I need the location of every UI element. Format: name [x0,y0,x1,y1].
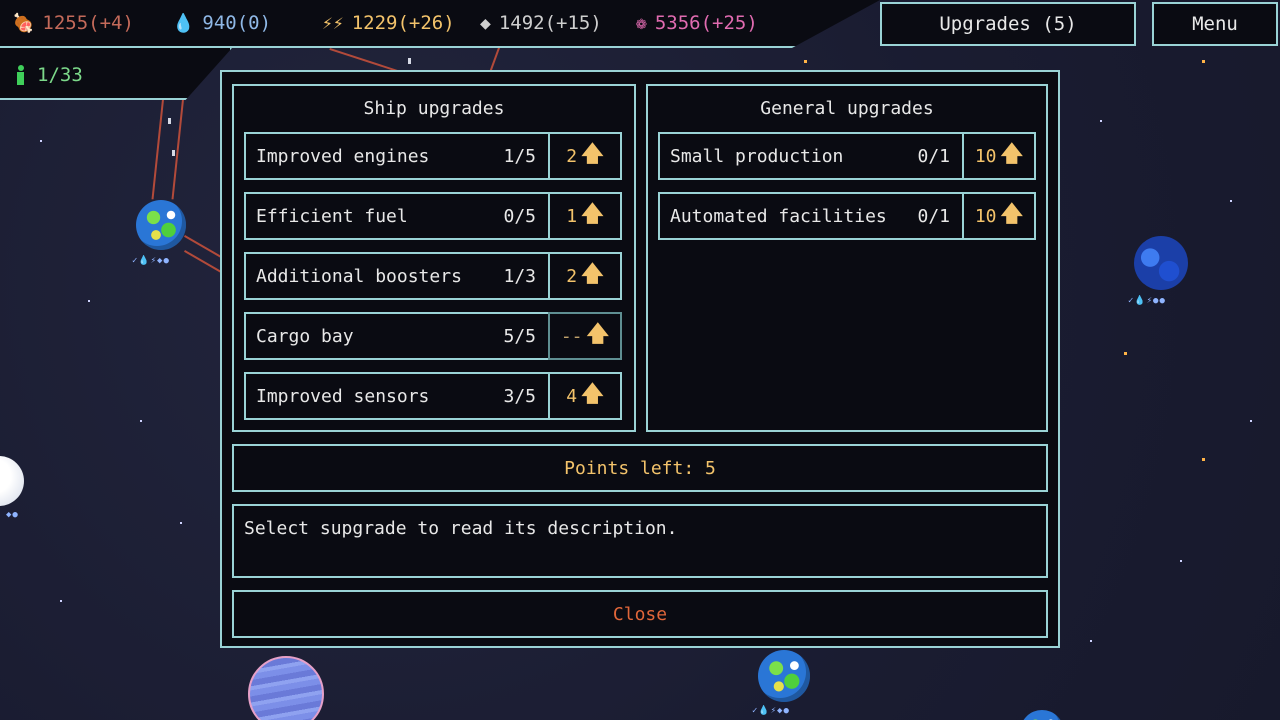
upgrade-level: 1/5 [503,146,536,167]
population-counter: 1/33 [16,64,83,86]
ship-marker [408,58,411,64]
upgrade-buy-button[interactable]: -- 🡅 [548,312,622,360]
star [1180,560,1182,562]
ship-upgrades-title: Ship upgrades [363,98,505,119]
resource-value: 1492(+15) [498,12,602,34]
general-upgrades-panel: General upgrades Small production 0/1 10 🡅 A… [646,84,1048,432]
ship-upgrades-panel: Ship upgrades Improved engines 1/5 2 🡅 Effic… [232,84,636,432]
upgrade-cost: 1 [566,205,578,227]
planet-resource-icons: ✓💧⚡◆● [752,706,790,716]
upgrade-level: 1/3 [503,266,536,287]
energy-icon: ⚡⚡ [322,12,344,34]
star [1230,200,1232,202]
star [180,522,182,524]
resource-2: ⚡⚡ 1229(+26) [322,12,455,34]
arrow-up-icon: 🡅 [1000,202,1024,227]
description-text: Select supgrade to read its description. [244,518,678,539]
ship-marker [168,118,171,124]
close-button[interactable]: Close [232,590,1048,638]
star [88,300,90,302]
arrow-up-icon: 🡅 [1000,142,1024,167]
brain-icon: ❁ [636,12,647,34]
resource-1: 💧 940(0) [172,12,271,34]
planet-blue[interactable] [1134,236,1188,290]
ship-marker [172,150,175,156]
water-drop-icon: 💧 [172,12,195,34]
planet-resource-icons: ◆● [6,510,19,520]
menu-button[interactable]: Menu [1152,2,1278,46]
upgrade-row[interactable]: Improved engines 1/5 2 🡅 [244,132,622,180]
points-left: Points left: 5 [232,444,1048,492]
upgrade-level: 3/5 [503,386,536,407]
general-upgrades-title: General upgrades [760,98,934,119]
upgrade-level: 0/5 [503,206,536,227]
upgrade-buy-button[interactable]: 1 🡅 [548,192,622,240]
star [1250,420,1252,422]
upgrade-cost: -- [560,325,583,347]
planet-green[interactable] [136,200,186,250]
arrow-up-icon: 🡅 [581,262,604,287]
upgrade-buy-button[interactable]: 2 🡅 [548,252,622,300]
upgrade-row[interactable]: Cargo bay 5/5 -- 🡅 [244,312,622,360]
star [1124,352,1127,355]
arrow-up-icon: 🡅 [586,322,610,347]
planet-resource-icons: ✓💧⚡◆● [132,256,170,266]
upgrade-name: Automated facilities [670,206,887,227]
upgrade-row[interactable]: Efficient fuel 0/5 1 🡅 [244,192,622,240]
upgrade-cost: 2 [566,265,578,287]
star [40,140,42,142]
upgrade-row[interactable]: Small production 0/1 10 🡅 [658,132,1036,180]
upgrade-row[interactable]: Additional boosters 1/3 2 🡅 [244,252,622,300]
upgrade-buy-button[interactable]: 10 🡅 [962,192,1036,240]
metal-icon: ◆ [480,12,491,34]
star [60,600,62,602]
upgrade-name: Additional boosters [256,266,462,287]
upgrade-name: Efficient fuel [256,206,408,227]
upgrade-row[interactable]: Improved sensors 3/5 4 🡅 [244,372,622,420]
upgrades-button[interactable]: Upgrades (5) [880,2,1136,46]
star [140,420,142,422]
upgrade-name: Small production [670,146,844,167]
meat-icon: 🍖 [12,12,35,34]
star [1100,120,1102,122]
population-text: 1/33 [37,64,83,86]
person-icon [16,65,25,85]
arrow-up-icon: 🡅 [581,202,604,227]
resource-value: 5356(+25) [654,12,758,34]
resource-4: ❁ 5356(+25) [636,12,758,34]
upgrade-cost: 10 [974,205,997,227]
upgrade-row[interactable]: Automated facilities 0/1 10 🡅 [658,192,1036,240]
upgrade-cost: 2 [566,145,578,167]
upgrade-level: 5/5 [503,326,536,347]
resource-0: 🍖 1255(+4) [12,12,134,34]
star [804,60,807,63]
resource-value: 1229(+26) [351,12,455,34]
upgrade-buy-button[interactable]: 4 🡅 [548,372,622,420]
resource-3: ◆ 1492(+15) [480,12,602,34]
upgrade-buy-button[interactable]: 2 🡅 [548,132,622,180]
planet-green[interactable] [758,650,810,702]
upgrade-cost: 4 [566,385,578,407]
upgrade-level: 0/1 [917,206,950,227]
resource-value: 940(0) [202,12,272,34]
upgrades-dialog: Ship upgrades Improved engines 1/5 2 🡅 Effic… [220,70,1060,648]
upgrade-level: 0/1 [917,146,950,167]
star [1090,640,1092,642]
star [1202,458,1205,461]
planet-resource-icons: ✓💧⚡●● [1128,296,1166,306]
description-box: Select supgrade to read its description. [232,504,1048,578]
resource-value: 1255(+4) [42,12,134,34]
upgrade-name: Improved engines [256,146,430,167]
upgrade-name: Improved sensors [256,386,430,407]
star [1202,60,1205,63]
upgrade-name: Cargo bay [256,326,354,347]
arrow-up-icon: 🡅 [581,382,604,407]
upgrade-buy-button[interactable]: 10 🡅 [962,132,1036,180]
arrow-up-icon: 🡅 [581,142,604,167]
upgrade-cost: 10 [974,145,997,167]
